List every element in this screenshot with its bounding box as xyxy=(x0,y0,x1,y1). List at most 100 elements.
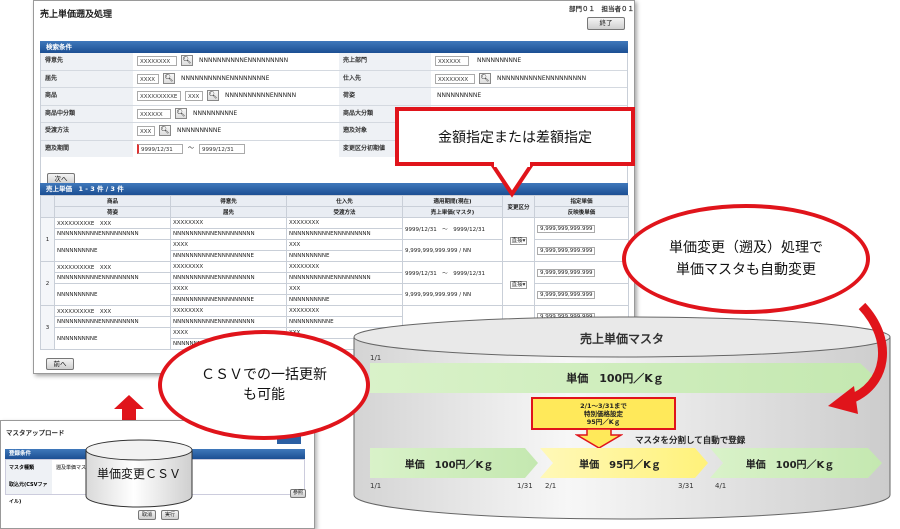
ship-to-name: NNNNNNNNNNENNNNNNNNE xyxy=(170,294,287,306)
period-cell: 9999/12/31 ～ 9999/12/31 xyxy=(402,217,503,240)
header-change-type: 変更区分 xyxy=(502,195,535,218)
label-master-type: マスタ種類 xyxy=(6,460,52,477)
period-to-input[interactable]: 9999/12/31 xyxy=(199,143,245,154)
row-number: 2 xyxy=(40,261,55,306)
label-product: 商品 xyxy=(41,88,133,105)
ship-to-code: XXXX xyxy=(170,239,287,251)
period-to: 9999/12/31 xyxy=(453,270,485,277)
header-reflected-price: 反映後単価 xyxy=(534,206,629,218)
ship-to-input[interactable]: XXXX xyxy=(137,73,159,84)
header-master-price: 売上単価(マスタ) xyxy=(402,206,503,218)
period-cell: 9999/12/31 ～ 9999/12/31 xyxy=(402,261,503,284)
supplier-code: XXXXXXXX xyxy=(286,217,403,229)
supplier-name: NNNNNNNNNNENNNNNNNNN xyxy=(497,74,587,82)
period-from: 9999/12/31 xyxy=(405,270,437,277)
label-customer: 得意先 xyxy=(41,53,133,70)
change-type-cell: 直接▾ xyxy=(502,217,535,262)
table-row: 2 XXXXXXXXXE XXX XXXXXXXX XXXXXXXX 9999/… xyxy=(40,261,629,306)
execute-button[interactable]: 実行 xyxy=(161,510,179,520)
range-separator: ～ xyxy=(188,144,195,152)
segment-3-label: 単価 100円／Kｇ xyxy=(745,460,835,471)
curved-arrow-icon xyxy=(828,302,887,414)
segment-2-label: 単価 95円／Kｇ xyxy=(579,460,661,471)
header-ship-to: 届先 xyxy=(170,206,287,218)
supplier-code: XXXXXXXX xyxy=(286,261,403,273)
label-ship-to: 届先 xyxy=(41,70,133,87)
master-price-cell: 9,999,999,999.999 / NN xyxy=(402,283,503,306)
supplier-name: NNNNNNNNNNENNNNNNNNN xyxy=(286,228,403,240)
packaging: NNNNNNNNNE xyxy=(54,327,171,350)
change-type-select[interactable]: 直接▾ xyxy=(509,236,528,245)
search-icon[interactable]: 🔍︎ xyxy=(163,72,175,84)
table-row: 1 XXXXXXXXXE XXX XXXXXXXX XXXXXXXX 9999/… xyxy=(40,217,629,262)
browse-button[interactable]: 参照 xyxy=(290,489,306,498)
label-sales-dept: 売上部門 xyxy=(339,53,431,70)
supplier-input[interactable]: XXXXXXXX xyxy=(435,73,475,84)
split-note: マスタを分割して自動で登録 xyxy=(635,436,746,446)
product-sub-input[interactable]: XXX xyxy=(185,91,203,101)
criteria-row: 得意先 XXXXXXXX 🔍︎ NNNNNNNNNNENNNNNNNNN 売上部… xyxy=(41,53,627,71)
row-number: 1 xyxy=(40,217,55,262)
header-info: 部門０１ 担当者０１ xyxy=(569,5,634,13)
master-price-cell: 9,999,999,999.999 / NN xyxy=(402,239,503,262)
criteria-header: 検索条件 xyxy=(40,41,628,53)
label-packaging: 荷姿 xyxy=(339,88,431,105)
special-price-note: 2/1～3/31まで 特別価格設定 95円／Kｇ xyxy=(531,397,676,430)
customer-code-input[interactable]: XXXXXXXX xyxy=(137,56,177,66)
cancel-button[interactable]: 取消 xyxy=(138,510,156,520)
specified-price-input[interactable]: 9,999,999,999.999 xyxy=(537,224,596,233)
unit: / NN xyxy=(459,291,472,298)
date-4: 3/31 xyxy=(678,482,694,490)
product-code-input[interactable]: XXXXXXXXXE xyxy=(137,91,181,101)
top-bar-label: 単価 100円／Kｇ xyxy=(566,372,664,385)
product-code: XXXXXXXXXE XXX xyxy=(54,305,171,317)
search-icon[interactable]: 🔍︎ xyxy=(175,107,187,119)
delivery-method-input[interactable]: XXX xyxy=(137,126,155,136)
chevron-down-icon: ▾ xyxy=(522,281,526,288)
change-type-cell: 直接▾ xyxy=(502,261,535,306)
date-3: 2/1 xyxy=(545,482,557,490)
customer-code: XXXXXXXX xyxy=(170,305,287,317)
customer-code: XXXXXXXX xyxy=(170,261,287,273)
header-specified-price: 指定単価 xyxy=(534,195,629,207)
product-name: NNNNNNNNNNENNNNNNNNN xyxy=(54,272,171,284)
period-from: 9999/12/31 xyxy=(405,226,437,233)
header-no xyxy=(40,195,55,218)
table-header-row: 荷姿 届先 受渡方法 売上単価(マスタ) 反映後単価 xyxy=(41,206,629,218)
sales-dept-input[interactable]: XXXXXX xyxy=(435,56,469,66)
search-icon[interactable]: 🔍︎ xyxy=(159,125,171,136)
reflected-price-input[interactable]: 9,999,999,999.999 xyxy=(537,290,596,299)
table-row: NNNNNNNNNE XXXX XXX 9,999,999,999.999 / … xyxy=(41,239,629,262)
specified-price-cell: 9,999,999,999.999 xyxy=(534,217,629,240)
header-delivery: 受渡方法 xyxy=(286,206,403,218)
top-start-date: 1/1 xyxy=(370,354,382,362)
header-customer: 得意先 xyxy=(170,195,287,207)
header-supplier: 仕入先 xyxy=(286,195,403,207)
supplier-name: NNNNNNNNNNENNNNNNNNN xyxy=(286,272,403,284)
specified-price-input[interactable]: 9,999,999,999.999 xyxy=(537,268,596,277)
header-product: 商品 xyxy=(54,195,171,207)
search-icon[interactable]: 🔍︎ xyxy=(181,55,193,66)
reflected-price-input[interactable]: 9,999,999,999.999 xyxy=(537,246,596,255)
criteria-row: 商品 XXXXXXXXXE XXX 🔍︎ NNNNNNNNNNENNNNN 荷姿… xyxy=(41,88,627,106)
close-button[interactable]: 終了 xyxy=(587,17,625,30)
product-code: XXXXXXXXXE XXX xyxy=(54,217,171,229)
date-5: 4/1 xyxy=(715,482,727,490)
callout-pointer-icon xyxy=(488,162,536,198)
customer-name: NNNNNNNNNNENNNNNNNNN xyxy=(199,57,289,64)
search-icon[interactable]: 🔍︎ xyxy=(207,90,219,101)
unit: / NN xyxy=(459,247,472,254)
product-mid-class-input[interactable]: XXXXXX xyxy=(137,108,171,119)
price-change-callout: 単価変更（遡及）処理で 単価マスタも自動変更 xyxy=(622,204,870,314)
change-type-select[interactable]: 直接▾ xyxy=(509,280,528,289)
period-sep: ～ xyxy=(442,270,448,277)
down-arrow-icon xyxy=(575,429,623,449)
upload-window-title: マスタアップロード xyxy=(6,429,65,437)
product-name: NNNNNNNNNNENNNNNNNNN xyxy=(54,316,171,328)
prev-button[interactable]: 前へ xyxy=(46,358,74,370)
period-from-input[interactable]: 9999/12/31 xyxy=(137,143,183,154)
search-icon[interactable]: 🔍︎ xyxy=(479,72,491,84)
date-2: 1/31 xyxy=(517,482,533,490)
criteria-row: 届先 XXXX 🔍︎ NNNNNNNNNNENNNNNNNNE 仕入先 XXXX… xyxy=(41,70,627,88)
specified-price-cell: 9,999,999,999.999 xyxy=(534,261,629,284)
